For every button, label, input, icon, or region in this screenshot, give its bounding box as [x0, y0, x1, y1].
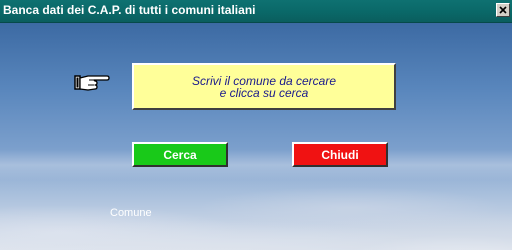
title-bar[interactable]: Banca dati dei C.A.P. di tutti i comuni … [0, 0, 512, 23]
search-button[interactable]: Cerca [132, 142, 228, 167]
instruction-box: Scrivi il comune da cercare e clicca su … [132, 63, 396, 110]
window-title: Banca dati dei C.A.P. di tutti i comuni … [3, 3, 256, 17]
app-window: Banca dati dei C.A.P. di tutti i comuni … [0, 0, 512, 250]
cloud-haze [0, 150, 512, 180]
instruction-line-2: e clicca su cerca [219, 85, 309, 100]
instruction-line-1: Scrivi il comune da cercare [191, 73, 337, 88]
comune-label: Comune [110, 207, 152, 219]
close-app-button[interactable]: Chiudi [292, 142, 388, 167]
pointing-hand-icon [74, 75, 110, 91]
close-icon [499, 6, 507, 14]
window-close-button[interactable] [496, 3, 510, 17]
sky-background [0, 23, 512, 250]
